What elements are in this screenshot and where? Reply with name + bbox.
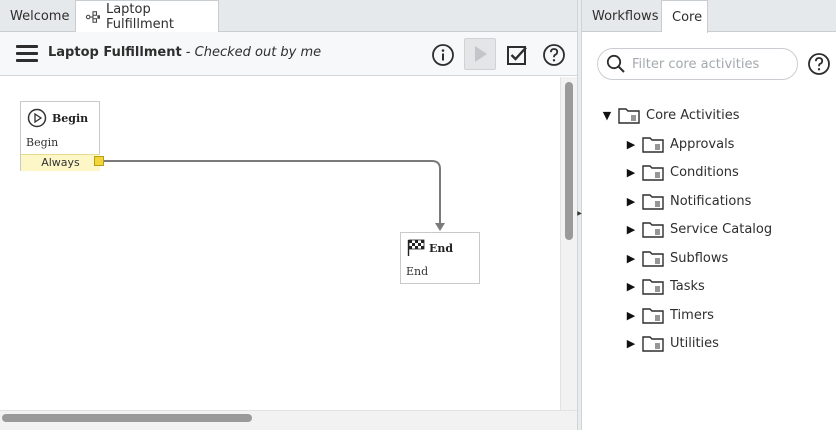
expand-down-icon[interactable]: ▼ (600, 109, 614, 122)
help-icon[interactable] (807, 52, 831, 76)
tab-laptop-fulfillment[interactable]: Laptop Fulfillment (76, 0, 219, 33)
tree-item-utilities[interactable]: ▶ Utilities (624, 332, 719, 354)
workflow-name: Laptop Fulfillment (48, 45, 182, 60)
checkbox-icon (507, 46, 527, 65)
help-icon (543, 44, 565, 66)
tree-item-label: Conditions (670, 164, 739, 180)
folder-icon (642, 193, 664, 210)
tree-item-label: Core Activities (646, 107, 740, 123)
tree-item-core-activities[interactable]: ▼ Core Activities (600, 104, 740, 126)
tree-item-conditions[interactable]: ▶ Conditions (624, 161, 739, 183)
tree-item-service-catalog[interactable]: ▶ Service Catalog (624, 218, 772, 240)
expand-right-icon[interactable]: ▶ (624, 252, 638, 265)
workflow-title: Laptop Fulfillment - Checked out by me (48, 45, 321, 60)
always-condition[interactable]: Always (21, 154, 100, 171)
folder-icon (642, 278, 664, 295)
tab-core[interactable]: Core (662, 0, 708, 33)
tab-core-label: Core (672, 9, 703, 25)
expand-right-icon[interactable]: ▶ (624, 280, 638, 293)
expand-right-icon[interactable]: ▶ (624, 223, 638, 236)
palette-pane: Workflows Core ▼ Core Activities (582, 0, 836, 430)
expand-right-icon[interactable]: ▶ (624, 337, 638, 350)
play-icon (475, 46, 487, 62)
workflow-canvas[interactable]: Begin Begin Always End End (0, 77, 560, 410)
tree-item-notifications[interactable]: ▶ Notifications (624, 190, 751, 212)
help-button[interactable] (539, 40, 569, 70)
horizontal-scrollbar-thumb[interactable] (2, 414, 252, 422)
condition-port[interactable] (94, 156, 104, 166)
tree-item-label: Subflows (670, 250, 729, 266)
begin-activity-name: Begin (26, 136, 59, 149)
filter-core-activities-input[interactable] (632, 56, 792, 72)
palette-tab-bar: Workflows Core (582, 0, 836, 33)
play-circle-icon (27, 108, 47, 128)
folder-icon (618, 107, 640, 124)
workflow-status: - Checked out by me (181, 45, 322, 60)
search-icon (606, 54, 625, 73)
expand-right-icon[interactable]: ▶ (624, 195, 638, 208)
tree-item-label: Notifications (670, 193, 752, 209)
folder-icon (642, 136, 664, 153)
expand-right-icon[interactable]: ▶ (624, 309, 638, 322)
expand-right-icon[interactable]: ▶ (624, 166, 638, 179)
tree-item-label: Tasks (670, 278, 705, 294)
tree-item-subflows[interactable]: ▶ Subflows (624, 247, 728, 269)
begin-activity[interactable]: Begin Begin Always (20, 101, 100, 171)
tree-item-timers[interactable]: ▶ Timers (624, 304, 714, 326)
tab-welcome-label: Welcome (10, 8, 70, 24)
expand-right-icon[interactable]: ▶ (624, 138, 638, 151)
begin-activity-title: Begin (52, 111, 89, 125)
editor-toolbar: Laptop Fulfillment - Checked out by me (0, 32, 577, 76)
tree-item-approvals[interactable]: ▶ Approvals (624, 133, 734, 155)
tree-item-tasks[interactable]: ▶ Tasks (624, 275, 705, 297)
folder-icon (642, 307, 664, 324)
tree-item-label: Utilities (670, 335, 719, 351)
checkered-flag-icon (407, 239, 425, 256)
folder-icon (642, 335, 664, 352)
folder-icon (642, 221, 664, 238)
editor-tab-bar: Welcome Laptop Fulfillment (0, 0, 577, 33)
tab-workflows[interactable]: Workflows (582, 0, 662, 32)
end-activity-header: End (407, 239, 453, 257)
tab-workflows-label: Workflows (592, 8, 659, 24)
checkin-button[interactable] (502, 40, 532, 70)
hamburger-icon[interactable] (16, 45, 38, 63)
workflow-editor-pane: Welcome Laptop Fulfillment Laptop Fulfil… (0, 0, 577, 430)
info-icon (432, 44, 454, 66)
tree-item-label: Timers (670, 307, 714, 323)
info-button[interactable] (428, 40, 458, 70)
folder-icon (642, 250, 664, 267)
tab-welcome[interactable]: Welcome (0, 0, 76, 32)
filter-search-box (597, 48, 798, 80)
begin-activity-header: Begin (27, 108, 88, 128)
vertical-scrollbar-thumb[interactable] (565, 82, 573, 240)
end-activity-title: End (429, 241, 454, 255)
end-activity[interactable]: End End (400, 232, 480, 284)
run-button[interactable] (464, 38, 496, 70)
tab-laptop-fulfillment-label: Laptop Fulfillment (105, 2, 174, 32)
workflow-icon (86, 11, 100, 23)
tree-item-label: Service Catalog (670, 221, 773, 237)
tree-item-label: Approvals (670, 136, 735, 152)
end-activity-name: End (406, 265, 429, 278)
folder-icon (642, 164, 664, 181)
